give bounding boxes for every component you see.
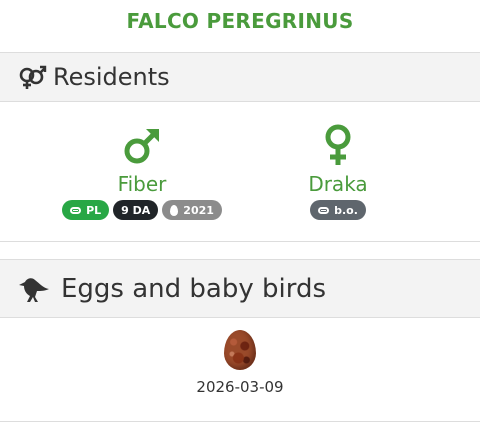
ring-icon bbox=[318, 206, 330, 214]
egg-date: 2026-03-09 bbox=[196, 378, 284, 396]
badge-label: 9 DA bbox=[121, 203, 151, 217]
ring-badge: b.o. bbox=[310, 200, 366, 220]
residents-heading: Residents bbox=[53, 63, 170, 91]
gender-symbols-icon bbox=[17, 64, 47, 90]
eggs-heading: Eggs and baby birds bbox=[61, 273, 327, 304]
ring-code-badge: 9 DA bbox=[113, 200, 159, 220]
page: FALCO PEREGRINUS Residents Fiber PL 9 DA… bbox=[0, 0, 480, 428]
hatch-year-badge: 2021 bbox=[162, 200, 222, 220]
title-bar: FALCO PEREGRINUS bbox=[0, 0, 480, 52]
resident-badges: b.o. bbox=[310, 200, 366, 220]
male-symbol-icon bbox=[122, 124, 162, 166]
badge-label: b.o. bbox=[334, 203, 358, 217]
badge-label: 2021 bbox=[183, 203, 214, 217]
resident-badges: PL 9 DA 2021 bbox=[62, 200, 222, 220]
residents-header: Residents bbox=[0, 52, 480, 102]
badge-label: PL bbox=[86, 203, 102, 217]
resident-female[interactable]: Draka b.o. bbox=[238, 124, 438, 220]
page-title: FALCO PEREGRINUS bbox=[126, 9, 354, 33]
section-spacer bbox=[0, 242, 480, 259]
resident-male[interactable]: Fiber PL 9 DA 2021 bbox=[42, 124, 242, 220]
ring-badge: PL bbox=[62, 200, 110, 220]
crow-icon bbox=[17, 274, 51, 304]
residents-list: Fiber PL 9 DA 2021 Draka b.o. bbox=[0, 102, 480, 242]
eggs-header: Eggs and baby birds bbox=[0, 259, 480, 318]
egg-icon bbox=[170, 204, 179, 216]
resident-name: Draka bbox=[308, 172, 368, 196]
egg-item[interactable]: 2026-03-09 bbox=[180, 330, 300, 396]
egg-photo bbox=[224, 330, 256, 370]
resident-name: Fiber bbox=[117, 172, 167, 196]
ring-icon bbox=[70, 206, 82, 214]
female-symbol-icon bbox=[321, 124, 355, 166]
eggs-list: 2026-03-09 bbox=[0, 318, 480, 422]
